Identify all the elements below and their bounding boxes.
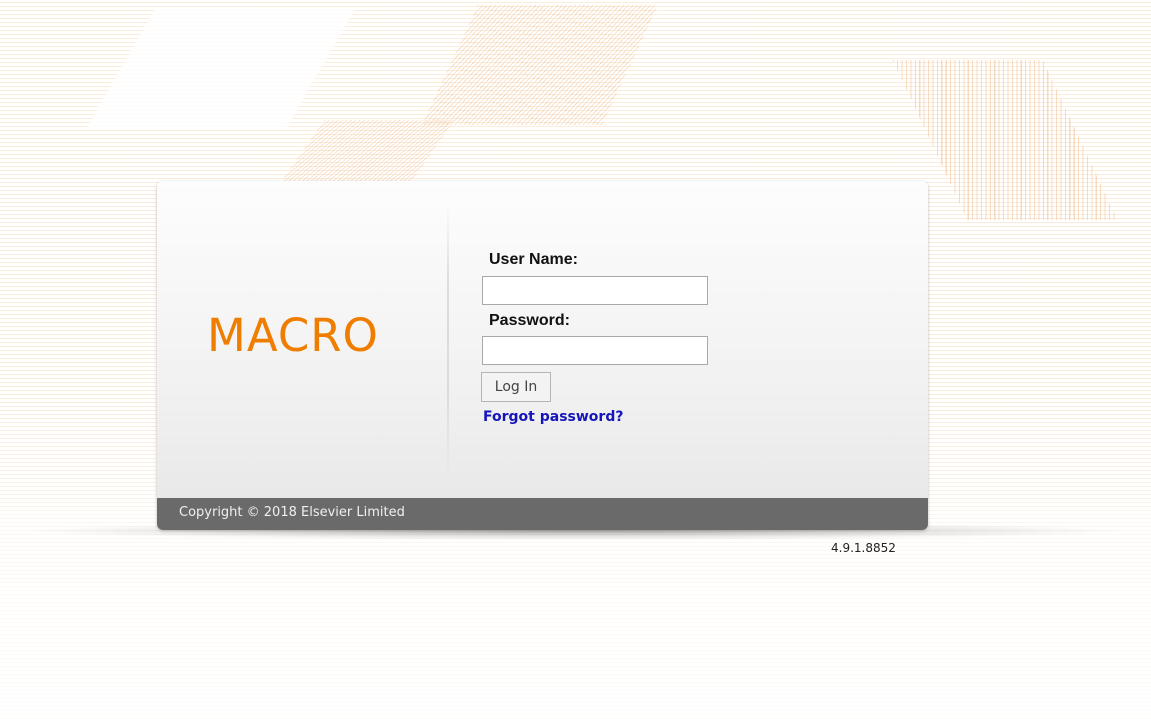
password-label: Password: [489,312,570,329]
login-page: MACRO User Name: Password: Log In Forgot… [0,0,1151,719]
username-input[interactable] [482,276,708,305]
panel-divider [447,203,449,483]
copyright-text: Copyright © 2018 Elsevier Limited [179,505,405,520]
login-panel: MACRO User Name: Password: Log In Forgot… [157,181,928,530]
login-button[interactable]: Log In [481,372,551,402]
panel-footer: Copyright © 2018 Elsevier Limited [157,498,928,530]
forgot-password-link[interactable]: Forgot password? [483,409,623,425]
password-input[interactable] [482,336,708,365]
macro-logo: MACRO [207,309,379,362]
version-number: 4.9.1.8852 [831,541,896,555]
username-label: User Name: [489,251,578,268]
